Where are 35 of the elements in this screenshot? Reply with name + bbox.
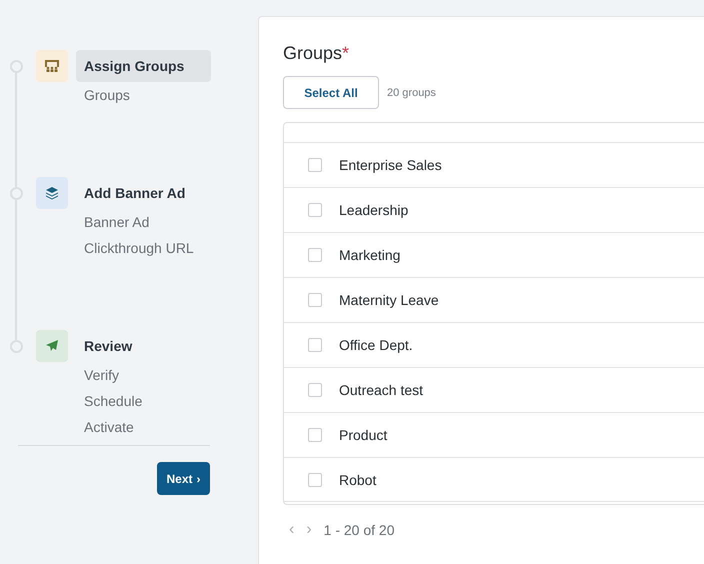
- step-subitem[interactable]: Activate: [84, 414, 258, 440]
- group-name: Robot: [339, 472, 376, 488]
- section-title: Groups*: [283, 43, 350, 64]
- step-subitem[interactable]: Clickthrough URL: [84, 235, 258, 261]
- step-title[interactable]: Add Banner Ad: [76, 177, 211, 209]
- next-button[interactable]: Next ›: [157, 462, 210, 495]
- group-count: 20 groups: [387, 86, 436, 98]
- group-name: Maternity Leave: [339, 292, 439, 308]
- checkbox[interactable]: [308, 248, 322, 262]
- checkbox[interactable]: [308, 293, 322, 307]
- group-name: Outreach test: [339, 382, 424, 398]
- checkbox[interactable]: [308, 472, 322, 486]
- previous-page-button[interactable]: ‹: [289, 521, 294, 539]
- select-all-button[interactable]: Select All: [283, 76, 379, 109]
- next-page-button[interactable]: ›: [306, 521, 312, 539]
- checkbox[interactable]: [308, 203, 322, 217]
- step-subitem[interactable]: Groups: [84, 82, 258, 108]
- step-title[interactable]: Assign Groups: [76, 50, 211, 82]
- checkbox[interactable]: [308, 428, 322, 442]
- group-name: Enterprise Sales: [339, 157, 442, 173]
- page-range: 1 - 20 of 20: [324, 522, 394, 538]
- group-icon: [44, 59, 60, 73]
- layers-icon: [45, 186, 59, 200]
- group-name: Product: [339, 427, 388, 443]
- checkbox[interactable]: [308, 338, 322, 352]
- step-title[interactable]: Review: [76, 330, 211, 362]
- step-subitem[interactable]: Verify: [84, 362, 258, 388]
- paper-plane-icon: [45, 339, 59, 353]
- step-subitem[interactable]: Schedule: [84, 388, 258, 414]
- checkbox[interactable]: [308, 383, 322, 397]
- group-name: Leadership: [339, 202, 408, 218]
- step-subitem[interactable]: Banner Ad: [84, 209, 258, 235]
- group-name: Marketing: [339, 247, 400, 263]
- checkbox[interactable]: [308, 158, 322, 172]
- group-name: Office Dept.: [339, 337, 413, 353]
